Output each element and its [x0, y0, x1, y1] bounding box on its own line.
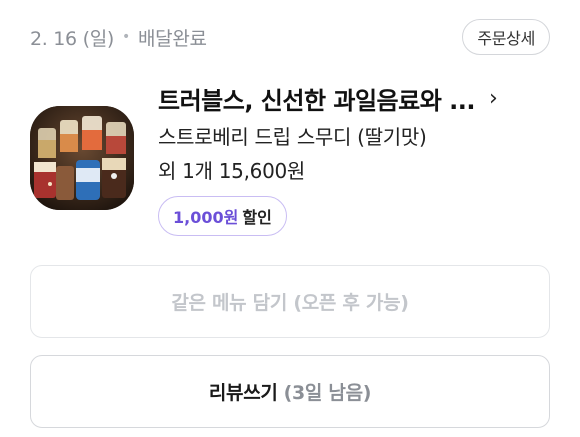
review-label: 리뷰쓰기 [208, 382, 278, 404]
order-meta: 2. 16 (일) • 배달완료 [30, 24, 207, 51]
order-date: 2. 16 (일) [30, 27, 114, 50]
order-status: 배달완료 [137, 27, 207, 50]
meta-separator: • [122, 29, 130, 45]
store-section: 트러블스, 신선한 과일음료와 ... › 스트로베리 드립 스무디 (딸기맛)… [30, 86, 550, 240]
discount-label: 할인 [242, 208, 272, 227]
drinks-photo-image [30, 106, 134, 210]
write-review-button[interactable]: 리뷰쓰기 (3일 남음) [30, 355, 550, 428]
store-info: 트러블스, 신선한 과일음료와 ... › 스트로베리 드립 스무디 (딸기맛)… [158, 78, 550, 236]
reorder-label: 같은 메뉴 담기 (오픈 후 가능) [171, 292, 409, 314]
discount-amount: 1,000원 [173, 208, 239, 227]
store-title-link[interactable]: 트러블스, 신선한 과일음료와 ... › [158, 78, 550, 118]
order-detail-button[interactable]: 주문상세 [462, 19, 550, 55]
discount-badge: 1,000원 할인 [158, 196, 287, 236]
store-name: 트러블스, 신선한 과일음료와 ... [158, 86, 476, 115]
order-header: 2. 16 (일) • 배달완료 주문상세 [30, 19, 550, 55]
menu-name: 스트로베리 드립 스무디 (딸기맛) [158, 125, 427, 149]
order-card: 2. 16 (일) • 배달완료 주문상세 트러블스, 신선한 과일음료와 ..… [0, 0, 580, 437]
reorder-button[interactable]: 같은 메뉴 담기 (오픈 후 가능) [30, 265, 550, 338]
review-remaining: (3일 남음) [283, 382, 372, 404]
store-thumbnail[interactable] [30, 106, 134, 210]
chevron-right-icon: › [489, 85, 498, 111]
quantity-price: 외 1개 15,600원 [158, 159, 306, 183]
